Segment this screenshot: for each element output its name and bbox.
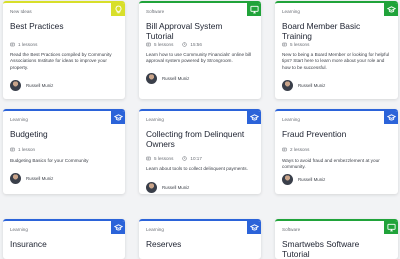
course-meta: 2 lessons: [282, 147, 309, 152]
course-title[interactable]: Reserves: [146, 239, 247, 249]
course-title[interactable]: Collecting from Delinquent Owners: [146, 129, 247, 149]
monitor-icon: [384, 221, 398, 234]
course-author[interactable]: Russell Muniz: [10, 80, 53, 91]
course-category: Learning: [146, 117, 164, 122]
course-title[interactable]: Insurance: [10, 239, 111, 249]
course-card-smartwebs[interactable]: Software Smartwebs Software Tutorial: [275, 219, 398, 259]
course-author[interactable]: Russell Muniz: [10, 173, 53, 184]
author-name: Russell Muniz: [26, 83, 54, 88]
author-name: Russell Muniz: [162, 76, 190, 81]
graduation-cap-icon: [247, 221, 261, 234]
course-description: Ways to avoid fraud and embezzlement at …: [282, 158, 380, 170]
lesson-count: 5 lessons: [290, 42, 310, 47]
monitor-icon: [247, 3, 261, 16]
course-title[interactable]: Fraud Prevention: [282, 129, 384, 139]
course-meta: 1 lessons: [10, 42, 37, 47]
author-name: Russell Muniz: [298, 177, 326, 182]
course-author[interactable]: Russell Muniz: [146, 73, 189, 84]
lessons-icon: [282, 147, 287, 152]
course-duration: 10:17: [190, 156, 202, 161]
course-card-insurance[interactable]: Learning Insurance: [3, 219, 125, 259]
lesson-count: 2 lessons: [290, 147, 310, 152]
course-meta: 1 lesson: [10, 147, 35, 152]
course-card-board-member[interactable]: Learning Board Member Basic Training 5 l…: [275, 1, 398, 99]
lesson-count: 5 lessons: [154, 156, 174, 161]
author-name: Russell Muniz: [298, 83, 326, 88]
avatar: [282, 174, 293, 185]
course-card-delinquent[interactable]: Learning Collecting from Delinquent Owne…: [139, 109, 261, 194]
course-category: Learning: [10, 227, 28, 232]
graduation-cap-icon: [384, 111, 398, 124]
avatar: [10, 173, 21, 184]
graduation-cap-icon: [111, 111, 125, 124]
course-card-reserves[interactable]: Learning Reserves: [139, 219, 261, 259]
course-category: Learning: [10, 117, 28, 122]
course-card-fraud[interactable]: Learning Fraud Prevention 2 lessons Ways…: [275, 109, 398, 194]
author-name: Russell Muniz: [162, 185, 190, 190]
graduation-cap-icon: [247, 111, 261, 124]
lessons-icon: [282, 42, 287, 47]
avatar: [10, 80, 21, 91]
course-description: Budgeting Basics for your Community: [10, 158, 89, 163]
course-title[interactable]: Smartwebs Software Tutorial: [282, 239, 384, 259]
lessons-icon: [10, 147, 15, 152]
lessons-icon: [146, 42, 151, 47]
course-title[interactable]: Best Practices: [10, 21, 111, 31]
lesson-count: 5 lessons: [154, 42, 174, 47]
course-description: Learn about tools to collect delinquent …: [146, 166, 248, 171]
graduation-cap-icon: [111, 221, 125, 234]
author-name: Russell Muniz: [26, 176, 54, 181]
clock-icon: [182, 42, 188, 47]
course-description: Read the Best Practices compiled by Comm…: [10, 52, 112, 70]
course-card-best-practices[interactable]: New Ideas Best Practices 1 lessons Read …: [3, 1, 125, 99]
lesson-count: 1 lesson: [18, 147, 36, 152]
course-category: Software: [146, 9, 165, 14]
avatar: [146, 182, 157, 193]
course-title[interactable]: Board Member Basic Training: [282, 21, 384, 41]
course-title[interactable]: Budgeting: [10, 129, 111, 139]
course-category: New Ideas: [10, 9, 32, 14]
course-meta: 5 lessons 10:17: [146, 156, 202, 161]
course-card-budgeting[interactable]: Learning Budgeting 1 lesson Budgeting Ba…: [3, 109, 125, 194]
course-author[interactable]: Russell Muniz: [282, 174, 325, 185]
graduation-cap-icon: [384, 3, 398, 16]
course-category: Learning: [146, 227, 164, 232]
course-title[interactable]: Bill Approval System Tutorial: [146, 21, 247, 41]
course-meta: 5 lessons 15:56: [146, 42, 202, 47]
course-meta: 5 lessons: [282, 42, 309, 47]
course-card-bill-approval[interactable]: Software Bill Approval System Tutorial 5…: [139, 1, 261, 99]
lessons-icon: [10, 42, 15, 47]
course-category: Learning: [282, 117, 300, 122]
lessons-icon: [146, 156, 151, 161]
course-author[interactable]: Russell Muniz: [146, 182, 189, 193]
lesson-count: 1 lessons: [18, 42, 38, 47]
avatar: [282, 80, 293, 91]
course-description: Learn how to use Community Financials' o…: [146, 52, 252, 64]
clock-icon: [182, 156, 188, 161]
course-category: Learning: [282, 9, 300, 14]
avatar: [146, 73, 157, 84]
course-duration: 15:56: [190, 42, 202, 47]
course-category: Software: [282, 227, 301, 232]
course-author[interactable]: Russell Muniz: [282, 80, 325, 91]
lightbulb-icon: [111, 3, 125, 16]
course-description: New to being a Board Member or looking f…: [282, 52, 390, 70]
